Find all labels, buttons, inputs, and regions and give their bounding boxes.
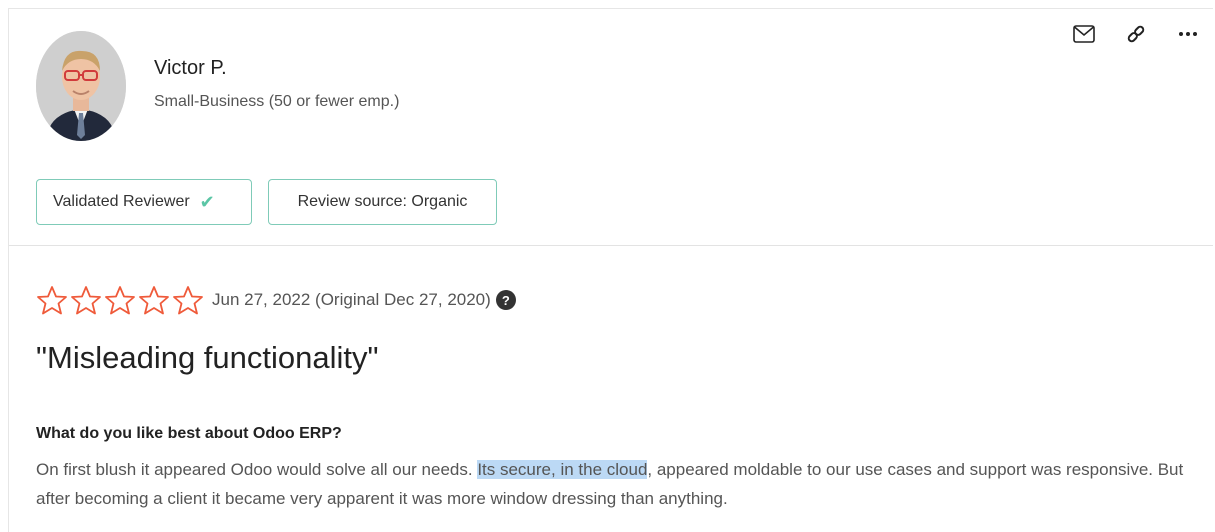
- star-icon: [71, 286, 101, 315]
- reviewer-segment: Small-Business (50 or fewer emp.): [154, 93, 400, 110]
- review-actions: [1073, 23, 1199, 45]
- reviewer-name: Victor P.: [154, 57, 227, 79]
- review-card: Victor P. Small-Business (50 or fewer em…: [8, 8, 1213, 532]
- answer-text-highlight: Its secure, in the cloud: [477, 460, 648, 479]
- review-source-badge[interactable]: Review source: Organic: [268, 179, 497, 225]
- review-date: Jun 27, 2022: [212, 290, 311, 309]
- answer-text-before: On first blush it appeared Odoo would so…: [36, 460, 478, 479]
- avatar[interactable]: [36, 31, 126, 141]
- original-date: (Original Dec 27, 2020): [315, 290, 491, 309]
- more-dots-icon[interactable]: [1177, 23, 1199, 45]
- validated-reviewer-label: Validated Reviewer: [53, 193, 190, 210]
- review-title: "Misleading functionality": [36, 340, 379, 375]
- star-icon: [173, 286, 203, 315]
- envelope-icon[interactable]: [1073, 23, 1095, 45]
- link-icon[interactable]: [1125, 23, 1147, 45]
- check-icon: ✔: [199, 192, 215, 212]
- star-icon: [37, 286, 67, 315]
- review-dates: Jun 27, 2022 (Original Dec 27, 2020) ?: [212, 290, 516, 310]
- help-icon[interactable]: ?: [495, 290, 516, 310]
- star-rating: [36, 285, 204, 315]
- review-answer: On first blush it appeared Odoo would so…: [36, 455, 1186, 513]
- star-icon: [139, 286, 169, 315]
- review-question: What do you like best about Odoo ERP?: [36, 425, 342, 442]
- reviewer-header: Victor P. Small-Business (50 or fewer em…: [9, 9, 1213, 246]
- validated-reviewer-badge[interactable]: Validated Reviewer ✔: [36, 179, 252, 225]
- star-icon: [105, 286, 135, 315]
- review-source-label: Review source: Organic: [297, 193, 468, 210]
